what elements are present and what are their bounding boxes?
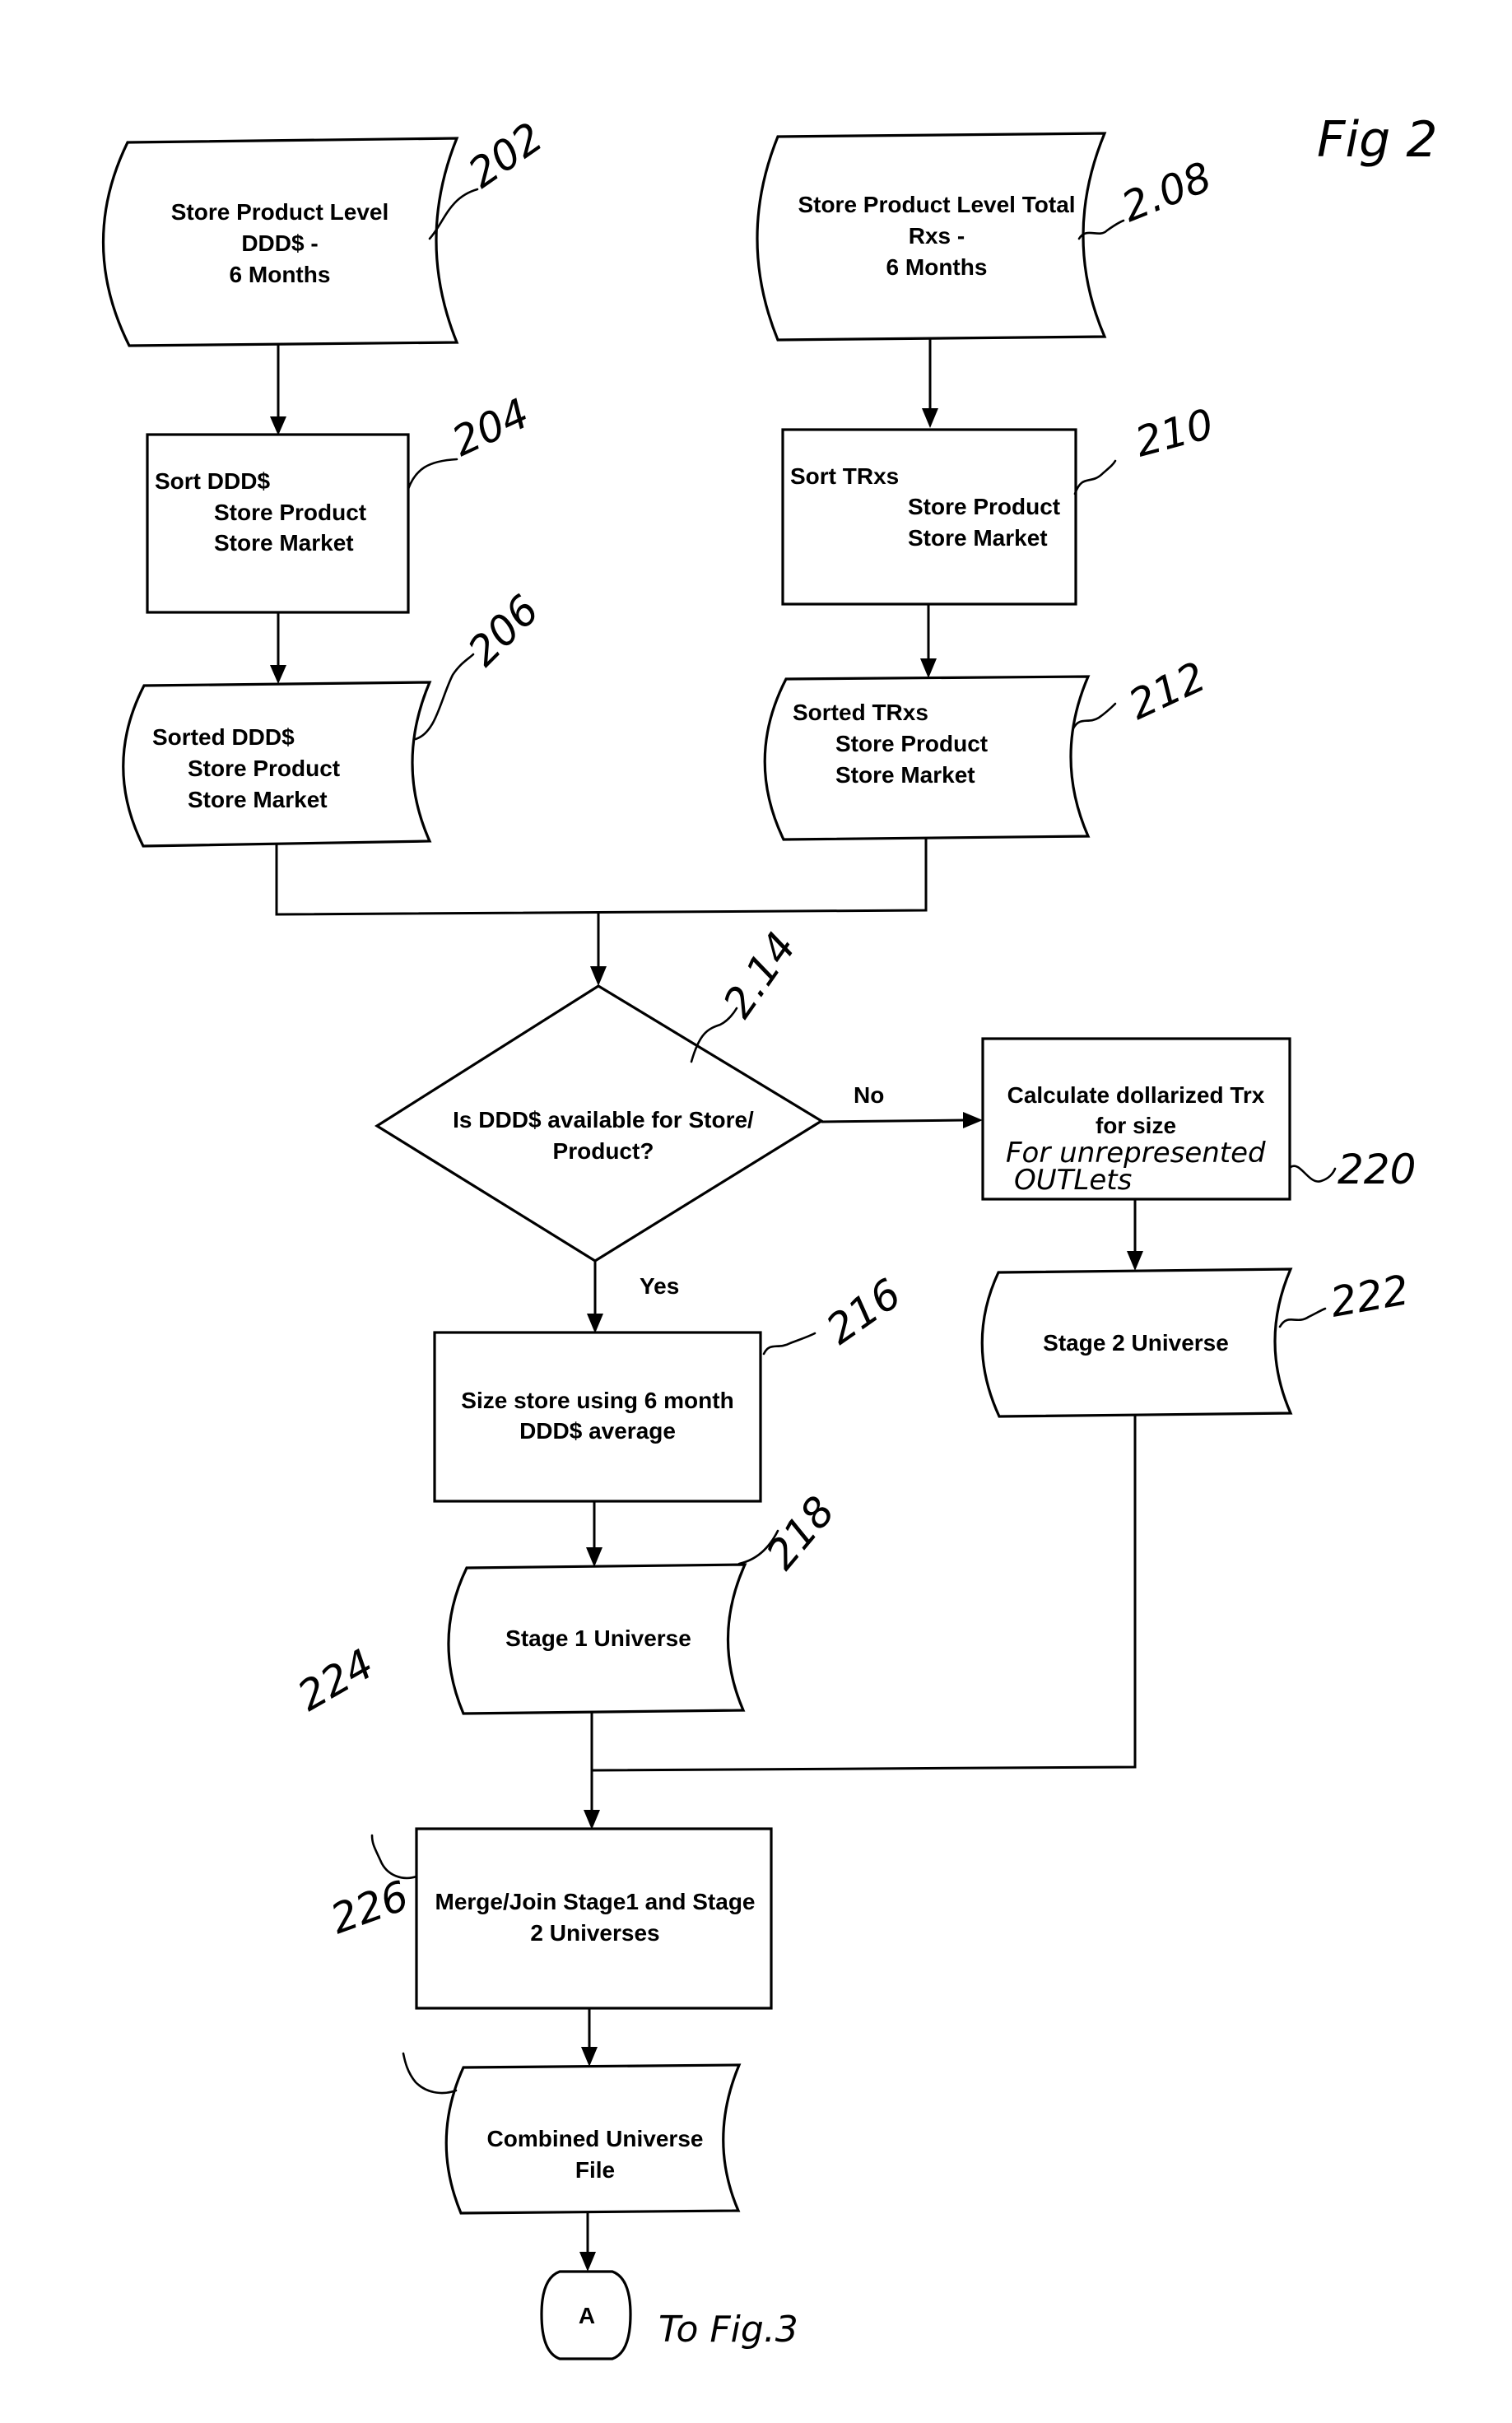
- continuation-note: To Fig.3: [658, 2309, 798, 2351]
- ref-212: 212: [1122, 653, 1213, 729]
- node-204-line-2: Store Product: [214, 500, 366, 525]
- node-220: Calculate dollarized Trx for size For un…: [981, 1037, 1291, 1201]
- flowchart-fig-2: Store Product Level DDD$ - 6 Months Sort…: [101, 111, 1438, 2360]
- node-208: Store Product Level Total Rxs - 6 Months: [756, 132, 1107, 342]
- node-206-line-1: Sorted DDD$: [152, 724, 295, 750]
- node-206-line-3: Store Market: [188, 787, 328, 812]
- node-224: Merge/Join Stage1 and Stage 2 Universes: [415, 1827, 773, 2010]
- node-212: Sorted TRxs Store Product Store Market: [763, 675, 1091, 841]
- node-224-line-1: Merge/Join Stage1 and Stage: [435, 1889, 756, 1914]
- offpage-connector-a: A: [540, 2270, 632, 2360]
- ref-204: 204: [445, 389, 537, 466]
- ref-202: 202: [460, 114, 551, 198]
- node-214-decision: Is DDD$ available for Store/ Product?: [374, 984, 825, 1263]
- node-212-line-3: Store Market: [835, 762, 975, 788]
- node-220-handwritten-2: OUTLets: [1014, 1164, 1132, 1197]
- node-222-line-1: Stage 2 Universe: [1043, 1330, 1229, 1356]
- leader-224: [370, 1834, 418, 1880]
- ref-222: 222: [1327, 1266, 1412, 1327]
- leader-220: [1289, 1165, 1337, 1183]
- ref-210: 210: [1130, 400, 1218, 467]
- leader-210: [1073, 459, 1117, 495]
- ref-218: 218: [757, 1487, 844, 1578]
- arrowhead-224: [584, 1810, 600, 1830]
- arrowhead-218: [586, 1547, 602, 1567]
- node-214-line-2: Product?: [553, 1138, 654, 1164]
- leader-212: [1072, 702, 1117, 730]
- leader-216: [762, 1332, 816, 1356]
- figure-label: Fig 2: [1317, 111, 1438, 169]
- node-210-line-3: Store Market: [908, 525, 1048, 551]
- node-220-line-2: for size: [1096, 1113, 1176, 1138]
- node-218: Stage 1 Universe: [447, 1563, 747, 1715]
- node-208-line-1: Store Product Level Total: [798, 192, 1075, 217]
- node-210: Sort TRxs Store Product Store Market: [781, 428, 1077, 606]
- ref-224: 224: [290, 1639, 382, 1720]
- arrowhead-226: [581, 2047, 598, 2067]
- node-216: Size store using 6 month DDD$ average: [433, 1331, 762, 1503]
- node-226-line-2: File: [575, 2157, 615, 2183]
- node-208-line-3: 6 Months: [886, 254, 988, 280]
- node-224-line-2: 2 Universes: [530, 1920, 659, 1946]
- node-202-line-3: 6 Months: [230, 262, 331, 287]
- leader-208: [1077, 219, 1125, 240]
- connector-letter: A: [579, 2303, 595, 2328]
- node-212-line-2: Store Product: [835, 731, 988, 756]
- node-202: Store Product Level DDD$ - 6 Months: [101, 137, 459, 347]
- node-226-line-1: Combined Universe: [487, 2126, 704, 2151]
- leader-222: [1278, 1307, 1327, 1328]
- ref-220: 220: [1338, 1146, 1416, 1193]
- arrowhead-216: [587, 1314, 603, 1333]
- arrowhead-214: [590, 966, 607, 986]
- node-210-line-1: Sort TRxs: [790, 463, 899, 489]
- node-218-line-1: Stage 1 Universe: [505, 1625, 691, 1651]
- node-214-line-1: Is DDD$ available for Store/: [453, 1107, 754, 1132]
- ref-214: 2.14: [714, 923, 805, 1025]
- node-208-line-2: Rxs -: [909, 223, 965, 249]
- edge-label-yes: Yes: [640, 1273, 679, 1299]
- node-226: Combined Universe File: [444, 2063, 742, 2215]
- node-202-line-2: DDD$ -: [241, 230, 318, 256]
- node-204-line-1: Sort DDD$: [155, 468, 270, 494]
- arrowhead-210: [922, 408, 938, 428]
- arrowhead-204: [270, 416, 286, 435]
- arrowhead-connector: [579, 2252, 596, 2272]
- leader-204: [407, 458, 458, 491]
- arrowhead-212: [920, 658, 937, 678]
- node-206-line-2: Store Product: [188, 756, 340, 781]
- arrowhead-220: [963, 1112, 983, 1128]
- ref-226: 226: [324, 1872, 415, 1943]
- ref-208: 2.08: [1115, 153, 1218, 231]
- node-216-line-2: DDD$ average: [519, 1418, 676, 1444]
- edge-206-join: [275, 839, 928, 916]
- node-212-line-1: Sorted TRxs: [793, 700, 928, 725]
- node-206: Sorted DDD$ Store Product Store Market: [122, 681, 432, 848]
- node-216-line-1: Size store using 6 month: [461, 1388, 733, 1413]
- node-202-line-1: Store Product Level: [171, 199, 389, 225]
- node-222: Stage 2 Universe: [980, 1267, 1293, 1418]
- edge-label-no: No: [854, 1082, 884, 1108]
- ref-206: 206: [458, 586, 547, 675]
- leader-226: [402, 2052, 458, 2095]
- node-204: Sort DDD$ Store Product Store Market: [146, 433, 410, 614]
- ref-216: 216: [818, 1270, 910, 1354]
- arrowhead-206: [270, 665, 286, 684]
- node-204-line-3: Store Market: [214, 530, 354, 556]
- node-220-line-1: Calculate dollarized Trx: [1007, 1082, 1265, 1108]
- node-210-line-2: Store Product: [908, 494, 1060, 519]
- arrowhead-222: [1127, 1251, 1143, 1271]
- edge-214-220-no: [821, 1118, 965, 1123]
